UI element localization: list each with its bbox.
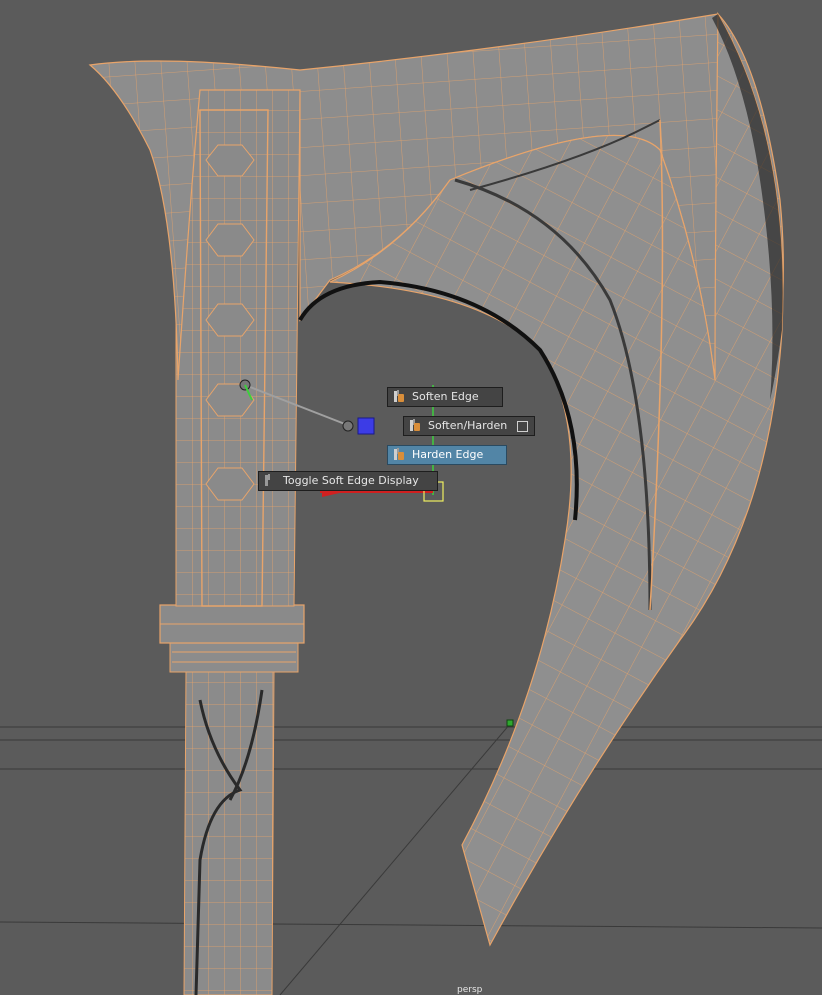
menu-item-label: Harden Edge <box>412 448 484 461</box>
menu-item-toggle-soft-edge-display[interactable]: Toggle Soft Edge Display <box>258 471 438 491</box>
3d-viewport[interactable]: Soften Edge Soften/Harden Harden Edge To… <box>0 0 822 995</box>
soften-edge-icon <box>392 390 406 404</box>
axe-handle-mesh <box>159 604 305 995</box>
viewport-scene <box>0 11 822 995</box>
menu-item-label: Soften Edge <box>412 390 479 403</box>
option-box-icon[interactable] <box>517 420 528 432</box>
harden-edge-icon <box>392 448 406 462</box>
menu-item-harden-edge[interactable]: Harden Edge <box>387 445 507 465</box>
toggle-soft-edge-icon <box>263 474 277 488</box>
axe-handle-upper <box>175 89 301 607</box>
menu-item-soften-harden[interactable]: Soften/Harden <box>403 416 535 436</box>
menu-item-label: Soften/Harden <box>428 419 508 432</box>
soften-harden-icon <box>408 419 422 433</box>
camera-name-label: persp <box>457 985 483 995</box>
ground-grid <box>0 723 822 995</box>
menu-item-soften-edge[interactable]: Soften Edge <box>387 387 503 407</box>
menu-item-label: Toggle Soft Edge Display <box>283 474 419 487</box>
